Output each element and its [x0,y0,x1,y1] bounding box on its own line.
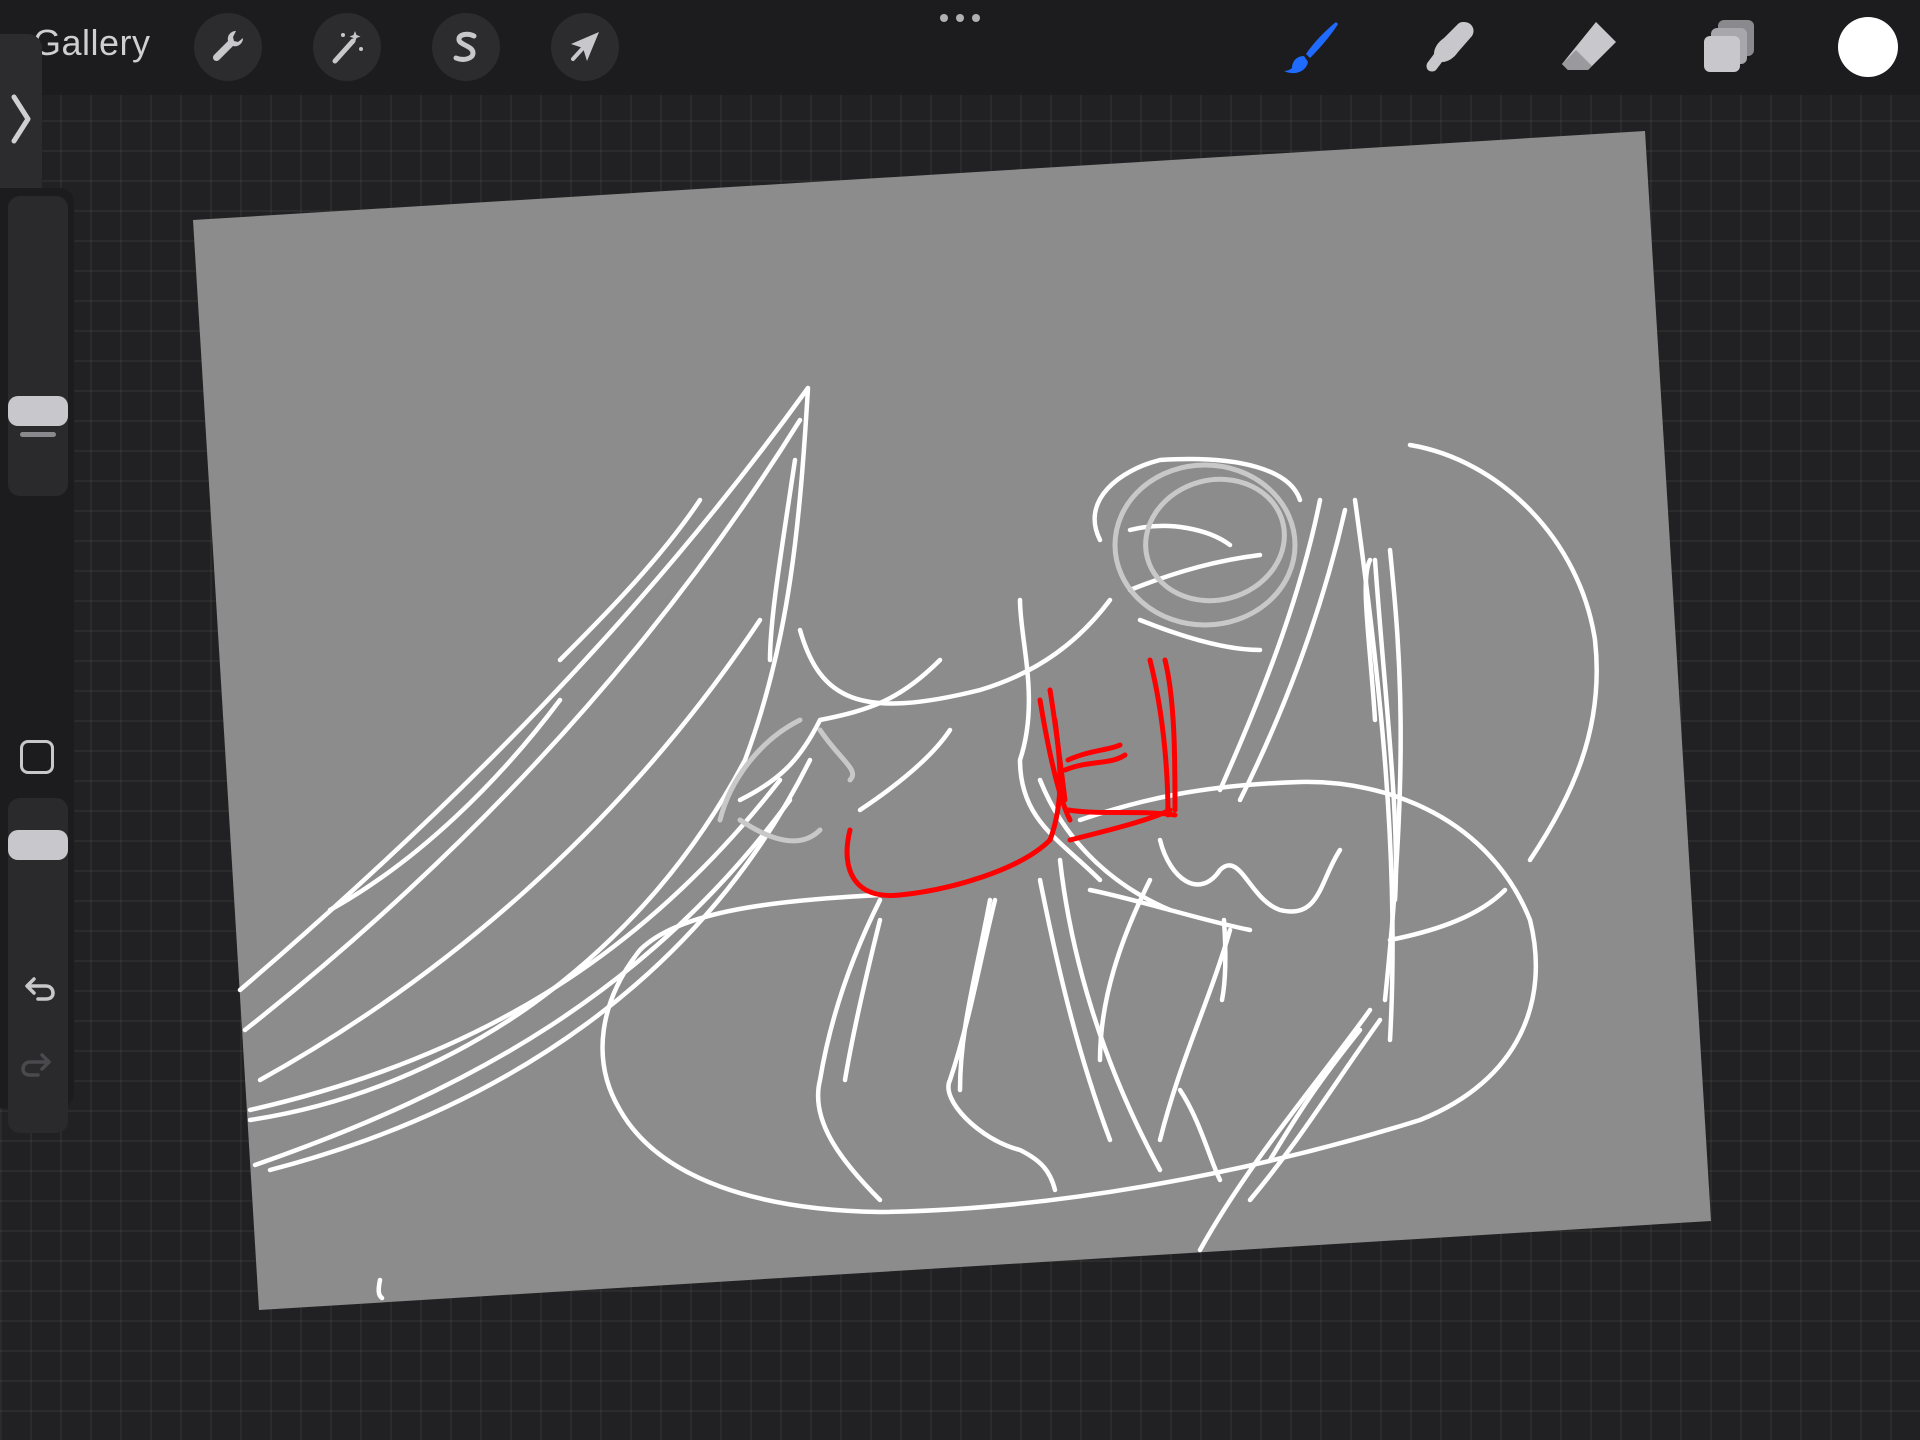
wrench-icon [212,30,244,62]
brush-icon [1284,22,1338,74]
smudge-tool-button[interactable] [1414,12,1484,82]
chevron-right-icon [11,94,31,144]
magic-wand-icon [332,31,363,64]
redo-icon[interactable] [18,1044,58,1084]
modify-button[interactable] [20,740,54,774]
brush-opacity-thumb[interactable] [8,830,68,860]
eraser-tool-button[interactable] [1554,12,1624,82]
left-sidebar [0,188,74,1133]
brush-size-marker [20,432,56,437]
drawing-canvas[interactable] [0,0,1920,1440]
brush-tool-button[interactable] [1276,12,1346,82]
layers-icon [1704,20,1754,72]
canvas-sheet [193,131,1711,1310]
color-picker-swatch[interactable] [1838,17,1898,77]
transform-button[interactable] [551,13,619,81]
gallery-button[interactable]: Gallery [33,22,151,64]
top-toolbar: Gallery [0,0,1920,95]
brush-size-thumb[interactable] [8,396,68,426]
selection-button[interactable] [432,13,500,81]
arrow-cursor-icon [571,32,599,61]
more-options-icon[interactable] [938,8,982,28]
layers-button[interactable] [1694,12,1764,82]
selection-s-icon [453,31,477,62]
adjustments-button[interactable] [313,13,381,81]
sidebar-toggle-button[interactable] [0,34,42,204]
smudge-finger-icon [1426,22,1474,72]
undo-icon[interactable] [18,968,58,1008]
eraser-icon [1562,22,1616,70]
brush-size-slider[interactable] [8,196,68,496]
actions-button[interactable] [194,13,262,81]
